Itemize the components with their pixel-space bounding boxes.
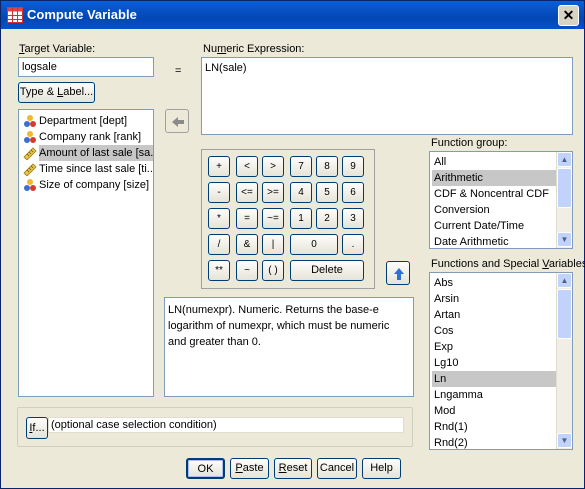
function-group-item[interactable]: Arithmetic — [432, 170, 556, 186]
keypad-key[interactable]: . — [342, 234, 364, 255]
variable-label: Time since last sale [ti... — [39, 163, 154, 175]
keypad-key[interactable]: & — [236, 234, 258, 255]
nominal-icon — [23, 130, 37, 144]
function-group-item[interactable]: All — [432, 154, 556, 170]
function-item[interactable]: Abs — [432, 275, 556, 291]
reset-button[interactable]: Reset — [274, 458, 312, 479]
close-icon: ✕ — [562, 7, 575, 23]
paste-button[interactable]: Paste — [230, 458, 269, 479]
nominal-icon — [23, 114, 37, 128]
help-button[interactable]: Help — [362, 458, 401, 479]
function-group-label: Function group: — [431, 137, 508, 149]
keypad-key[interactable]: 0 — [290, 234, 338, 255]
keypad-key[interactable]: ~ — [236, 260, 258, 281]
keypad-key[interactable]: 3 — [342, 208, 364, 229]
functions-label: Functions and Special Variables: — [431, 258, 585, 270]
function-item[interactable]: Artan — [432, 307, 556, 323]
keypad-key[interactable]: * — [208, 208, 230, 229]
function-group-item[interactable]: Current Date/Time — [432, 218, 556, 234]
if-button[interactable]: If... — [26, 417, 48, 439]
variable-label: Company rank [rank] — [39, 131, 142, 143]
type-label-button[interactable]: Type & Label... — [18, 82, 95, 103]
variable-list[interactable]: Department [dept] Company rank [rank] Amou… — [18, 109, 154, 397]
title-bar: Compute Variable ✕ — [1, 1, 584, 29]
function-item[interactable]: Cos — [432, 323, 556, 339]
function-group-list[interactable]: All Arithmetic CDF & Noncentral CDF Convers… — [429, 151, 573, 249]
function-group-item[interactable]: Conversion — [432, 202, 556, 218]
function-item[interactable]: Rnd(1) — [432, 419, 556, 435]
scroll-up-icon[interactable]: ▲ — [557, 273, 572, 288]
move-to-expression-button[interactable] — [165, 109, 189, 133]
compute-variable-dialog: Compute Variable ✕ Target Variable: logs… — [0, 0, 585, 489]
functions-list[interactable]: Abs Arsin Artan Cos Exp Lg10 Ln Lngamma Mod Rnd(1… — [429, 272, 573, 450]
numeric-expression-textarea[interactable]: LN(sale) — [201, 57, 573, 135]
arrow-up-icon — [394, 268, 404, 280]
target-variable-label: Target Variable: — [19, 43, 96, 55]
scroll-down-icon[interactable]: ▼ — [557, 232, 572, 247]
keypad-key[interactable]: ( ) — [262, 260, 284, 281]
function-description: LN(numexpr). Numeric. Returns the base-e… — [164, 297, 414, 397]
keypad-key[interactable]: <= — [236, 182, 258, 203]
keypad-key[interactable]: ~= — [262, 208, 284, 229]
function-item[interactable]: Arsin — [432, 291, 556, 307]
scroll-thumb[interactable] — [557, 289, 572, 339]
function-group-scrollbar[interactable]: ▲ ▼ — [556, 152, 572, 248]
function-group-item[interactable]: Date Arithmetic — [432, 234, 556, 248]
scroll-up-icon[interactable]: ▲ — [557, 152, 572, 167]
numeric-expression-label: Numeric Expression: — [203, 43, 305, 55]
ok-button[interactable]: OK — [186, 458, 225, 479]
if-condition-display: (optional case selection condition) — [48, 417, 404, 433]
function-group-item[interactable]: CDF & Noncentral CDF — [432, 186, 556, 202]
scale-icon — [23, 162, 37, 177]
spreadsheet-icon — [7, 7, 23, 23]
keypad-key[interactable]: < — [236, 156, 258, 177]
scroll-down-icon[interactable]: ▼ — [557, 433, 572, 448]
function-item[interactable]: Ln — [432, 371, 556, 387]
cancel-button[interactable]: Cancel — [317, 458, 357, 479]
keypad-key[interactable]: 8 — [316, 156, 338, 177]
keypad-key[interactable]: >= — [262, 182, 284, 203]
equals-sign: = — [175, 65, 182, 77]
function-item[interactable]: Exp — [432, 339, 556, 355]
nominal-icon — [23, 178, 37, 192]
move-function-button[interactable] — [386, 261, 410, 285]
keypad-key[interactable]: | — [262, 234, 284, 255]
variable-label: Amount of last sale [sa... — [39, 145, 153, 161]
keypad-key[interactable]: ** — [208, 260, 230, 281]
variable-label: Size of company [size] — [39, 179, 150, 191]
calculator-keypad: + < >7 8 9 - <= >= 4 5 6 * = ~= 1 2 3 /& | 0. ** ~( ) Delete — [201, 149, 375, 289]
keypad-key[interactable]: 5 — [316, 182, 338, 203]
keypad-key[interactable]: + — [208, 156, 230, 177]
keypad-key[interactable]: 4 — [290, 182, 312, 203]
function-item[interactable]: Rnd(2) — [432, 435, 556, 449]
function-item[interactable]: Lngamma — [432, 387, 556, 403]
keypad-key[interactable]: > — [262, 156, 284, 177]
function-item[interactable]: Mod — [432, 403, 556, 419]
keypad-key[interactable]: 6 — [342, 182, 364, 203]
arrow-left-icon — [172, 117, 184, 127]
keypad-key[interactable]: 2 — [316, 208, 338, 229]
functions-scrollbar[interactable]: ▲ ▼ — [556, 273, 572, 449]
close-button[interactable]: ✕ — [558, 5, 579, 26]
keypad-key[interactable]: = — [236, 208, 258, 229]
window-title: Compute Variable — [27, 7, 137, 22]
keypad-key[interactable]: - — [208, 182, 230, 203]
scroll-thumb[interactable] — [557, 168, 572, 208]
variable-label: Department [dept] — [39, 115, 128, 127]
keypad-key[interactable]: 1 — [290, 208, 312, 229]
delete-button[interactable]: Delete — [290, 260, 364, 281]
scale-icon — [23, 146, 37, 161]
case-selection-group: If... (optional case selection condition… — [17, 407, 413, 447]
keypad-key[interactable]: 7 — [290, 156, 312, 177]
keypad-key[interactable]: 9 — [342, 156, 364, 177]
function-item[interactable]: Lg10 — [432, 355, 556, 371]
keypad-key[interactable]: / — [208, 234, 230, 255]
target-variable-input[interactable]: logsale — [18, 57, 154, 77]
